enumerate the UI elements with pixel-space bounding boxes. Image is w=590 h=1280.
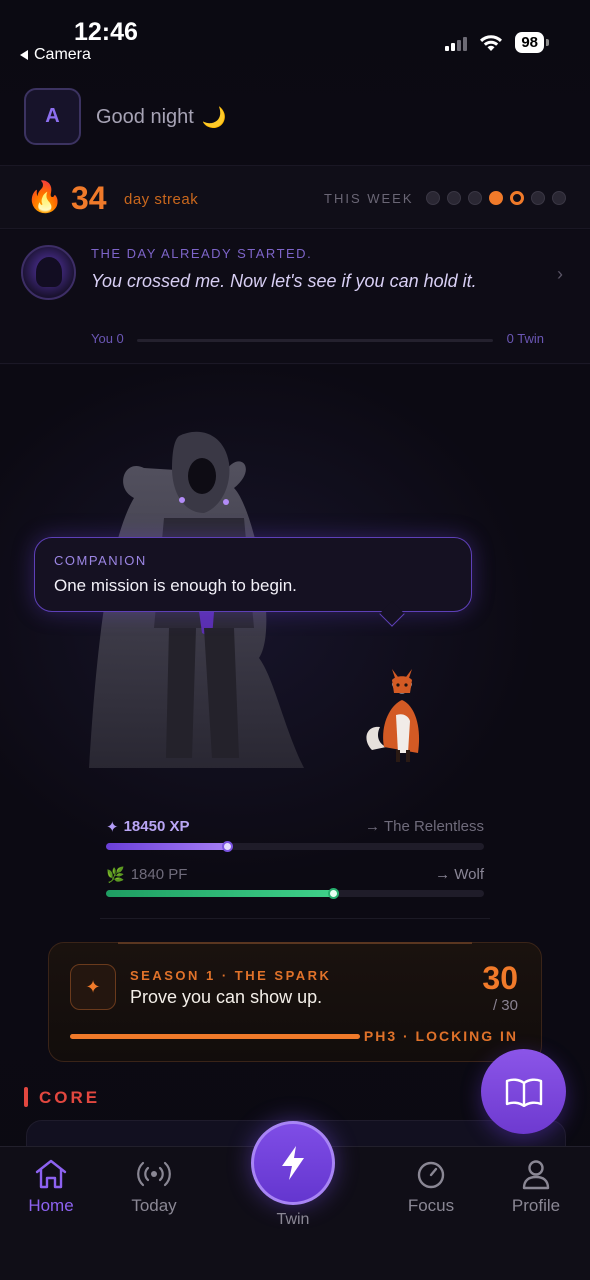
week-day-dot-3 bbox=[468, 191, 482, 205]
week-day-dot-7 bbox=[552, 191, 566, 205]
season-card-accent bbox=[118, 942, 472, 944]
divider bbox=[100, 918, 490, 919]
book-icon bbox=[505, 1077, 542, 1107]
spark-icon: ✦ bbox=[70, 964, 116, 1010]
user-avatar[interactable]: A bbox=[24, 88, 81, 145]
moon-icon: 🌙 bbox=[201, 107, 227, 129]
pf-progress-knob bbox=[328, 888, 339, 899]
week-day-dot-2 bbox=[447, 191, 461, 205]
tab-twin[interactable] bbox=[251, 1121, 335, 1205]
rival-kicker: THE DAY ALREADY STARTED. bbox=[91, 246, 313, 261]
season-title: Prove you can show up. bbox=[130, 987, 323, 1007]
status-time: 12:46 bbox=[74, 18, 138, 46]
battery-indicator: 98 bbox=[515, 32, 549, 53]
tab-profile-label: Profile bbox=[511, 1196, 561, 1215]
greeting-text: Good night bbox=[96, 106, 194, 128]
leaf-icon: 🌿 bbox=[106, 867, 125, 884]
week-day-dot-5 bbox=[510, 191, 524, 205]
week-day-dot-6 bbox=[531, 191, 545, 205]
companion-message: One mission is enough to begin. bbox=[54, 576, 297, 595]
season-progress-fill bbox=[70, 1034, 360, 1039]
pf-next-form: → Wolf bbox=[435, 866, 484, 883]
bolt-icon bbox=[282, 1146, 304, 1180]
companion-kicker: COMPANION bbox=[54, 553, 147, 568]
journal-button[interactable] bbox=[481, 1049, 566, 1134]
core-accent-bar bbox=[24, 1087, 28, 1107]
broadcast-icon bbox=[137, 1161, 171, 1187]
flame-icon: 🔥 bbox=[26, 181, 64, 214]
season-progress-total: / 30 bbox=[492, 997, 518, 1014]
tab-profile[interactable]: Profile bbox=[486, 1158, 586, 1216]
tab-home[interactable]: Home bbox=[1, 1158, 101, 1216]
back-arrow-icon bbox=[20, 50, 28, 60]
xp-progress-knob bbox=[222, 841, 233, 852]
streak-label: day streak bbox=[124, 191, 199, 208]
you-score: You 0 bbox=[91, 331, 124, 346]
pf-progress-bar bbox=[106, 888, 484, 899]
tab-focus[interactable]: Focus bbox=[381, 1158, 481, 1216]
week-dots bbox=[426, 191, 566, 205]
home-icon bbox=[35, 1159, 67, 1189]
pf-progress-fill bbox=[106, 890, 333, 897]
companion-bubble[interactable] bbox=[34, 537, 472, 612]
fox-companion-illustration[interactable] bbox=[362, 655, 442, 765]
tab-focus-label: Focus bbox=[407, 1196, 455, 1215]
cellular-signal-icon bbox=[445, 35, 468, 51]
status-indicators: 98 bbox=[445, 32, 549, 53]
week-label: THIS WEEK bbox=[324, 191, 414, 206]
streak-count: 34 bbox=[71, 180, 107, 216]
season-phase: PH3 · LOCKING IN bbox=[363, 1028, 518, 1044]
tab-home-label: Home bbox=[28, 1196, 74, 1215]
rival-quote: You crossed me. Now let's see if you can… bbox=[91, 271, 477, 291]
chevron-right-icon[interactable]: › bbox=[557, 264, 563, 285]
xp-value: 18450 XP bbox=[123, 818, 190, 835]
back-label: Camera bbox=[34, 46, 91, 63]
tab-twin-label: Twin bbox=[276, 1211, 310, 1228]
xp-label: ✦ 18450 XP bbox=[106, 818, 189, 836]
streak-bar[interactable]: 🔥 34 day streak THIS WEEK bbox=[0, 165, 590, 229]
xp-next-rank: → The Relentless bbox=[365, 818, 484, 835]
rival-avatar bbox=[21, 245, 76, 300]
tab-today[interactable]: Today bbox=[104, 1158, 204, 1216]
season-kicker: SEASON 1 · THE SPARK bbox=[130, 968, 332, 983]
season-progress-bar bbox=[70, 1034, 360, 1039]
sparkle-icon: ✦ bbox=[106, 819, 119, 836]
week-day-dot-4 bbox=[489, 191, 503, 205]
back-to-camera[interactable]: Camera bbox=[20, 46, 91, 64]
person-icon bbox=[522, 1160, 550, 1190]
twin-score: 0 Twin bbox=[506, 331, 544, 346]
wifi-icon bbox=[480, 34, 503, 51]
versus-track bbox=[137, 339, 493, 342]
greeting: Good night 🌙 bbox=[96, 105, 227, 130]
xp-progress-bar bbox=[106, 841, 484, 852]
pf-label: 🌿 1840 PF bbox=[106, 866, 187, 884]
pf-value: 1840 PF bbox=[130, 866, 188, 883]
home-screen: 12:46 Camera 98 A Good night 🌙 🔥 34 day … bbox=[0, 0, 590, 1280]
season-progress-current: 30 bbox=[482, 960, 518, 996]
timer-icon bbox=[417, 1161, 445, 1189]
xp-progress-fill bbox=[106, 843, 227, 850]
week-day-dot-1 bbox=[426, 191, 440, 205]
core-section-title: CORE bbox=[39, 1088, 101, 1107]
tab-today-label: Today bbox=[131, 1196, 177, 1215]
